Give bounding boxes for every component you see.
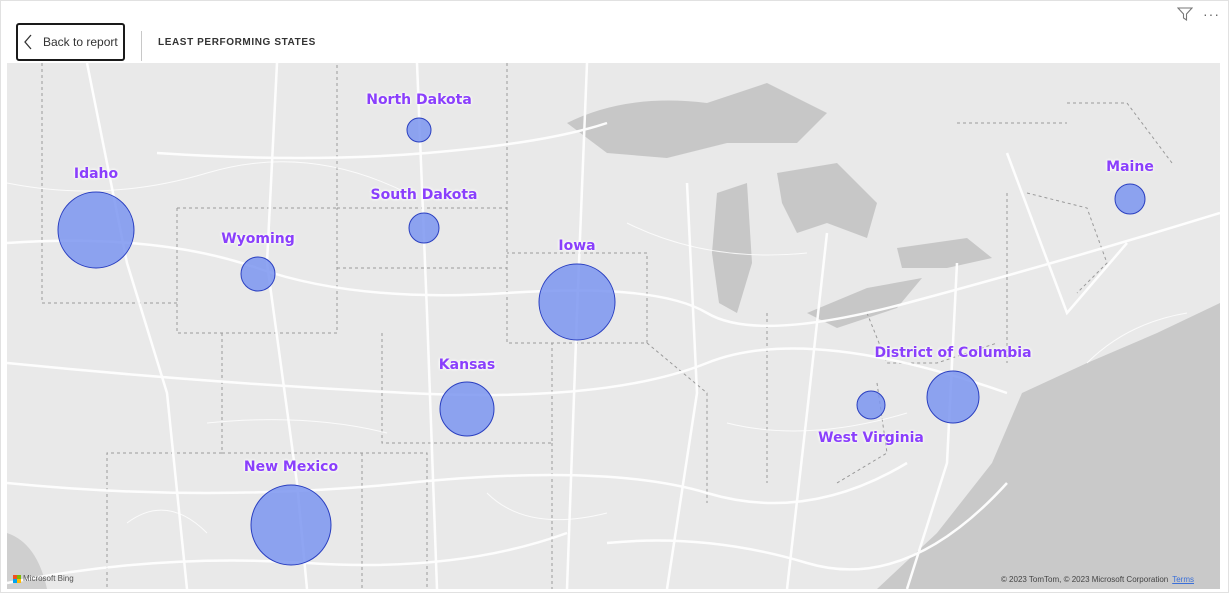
bubble-layer (57, 117, 1146, 566)
page-title: LEAST PERFORMING STATES (158, 37, 316, 48)
attribution-text: © 2023 TomTom, © 2023 Microsoft Corporat… (1000, 575, 1169, 584)
bubble-label-idaho: Idaho (73, 166, 119, 182)
bubble-maine[interactable] (1114, 183, 1146, 215)
bubble-label-district-of-columbia: District of Columbia (874, 345, 1032, 361)
report-frame: ··· Back to report LEAST PERFORMING STAT… (0, 0, 1229, 593)
bubble-new-mexico[interactable] (250, 484, 332, 566)
bubble-kansas[interactable] (439, 381, 495, 437)
bubble-label-kansas: Kansas (438, 357, 496, 373)
bubble-label-new-mexico: New Mexico (243, 459, 339, 475)
filter-icon[interactable] (1177, 7, 1193, 21)
microsoft-logo-icon (13, 574, 21, 583)
bubble-south-dakota[interactable] (408, 212, 440, 244)
map-visual[interactable]: Microsoft Bing © 2023 TomTom, © 2023 Mic… (7, 63, 1220, 589)
bing-logo: Microsoft Bing (13, 574, 74, 583)
bubble-district-of-columbia[interactable] (926, 370, 980, 424)
bing-logo-text: Microsoft Bing (23, 574, 74, 583)
bubble-label-north-dakota: North Dakota (366, 92, 472, 108)
bubble-label-maine: Maine (1106, 159, 1154, 175)
visual-header-icons: ··· (1177, 7, 1220, 21)
terms-link[interactable]: Terms (1172, 575, 1194, 584)
bubble-west-virginia[interactable] (856, 390, 886, 420)
back-button-label: Back to report (43, 35, 118, 49)
bubble-wyoming[interactable] (240, 256, 276, 292)
chevron-left-icon (23, 34, 33, 50)
bubble-label-wyoming: Wyoming (221, 231, 295, 247)
bubble-label-iowa: Iowa (558, 238, 596, 254)
more-options-icon[interactable]: ··· (1203, 7, 1220, 21)
back-to-report-button[interactable]: Back to report (16, 23, 125, 61)
header-divider (141, 31, 142, 61)
bubble-label-south-dakota: South Dakota (370, 187, 478, 203)
bubble-idaho[interactable] (57, 191, 135, 269)
bubble-label-west-virginia: West Virginia (818, 430, 924, 446)
bubble-iowa[interactable] (538, 263, 616, 341)
map-attribution: © 2023 TomTom, © 2023 Microsoft Corporat… (1001, 575, 1194, 584)
bubble-north-dakota[interactable] (406, 117, 432, 143)
